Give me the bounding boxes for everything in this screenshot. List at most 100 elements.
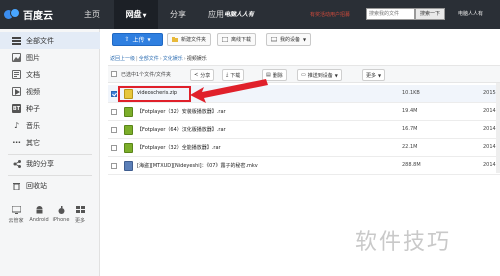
breadcrumb-culture[interactable]: 文化娱乐 xyxy=(163,56,183,62)
sidebar-item-music[interactable]: ♪ 音乐 xyxy=(0,117,100,134)
breadcrumb-all-files[interactable]: 全部文件 xyxy=(139,56,159,62)
sidebar-item-label: 种子 xyxy=(26,104,40,113)
file-row[interactable]: 【Fotplayer（32）安装版播放器】.rar 19.4M 2014 xyxy=(108,103,500,121)
sidebar-item-docs[interactable]: 文档 xyxy=(0,66,100,83)
sidebar-item-label: 全部文件 xyxy=(26,36,54,45)
rar-file-icon xyxy=(124,107,133,117)
file-name[interactable]: 【Fotplayer（64）汉化版播放器】.rar xyxy=(137,126,226,133)
row-checkbox[interactable] xyxy=(111,91,117,97)
search-button[interactable]: 搜索一下 xyxy=(415,8,445,20)
sidebar-item-all-files[interactable]: 全部文件 xyxy=(0,32,100,49)
device-links: 云管家 Android iPhone 更多 xyxy=(0,206,100,236)
new-folder-label: 新建文件夹 xyxy=(181,37,207,43)
file-row[interactable]: 【Fotplayer（64）汉化版播放器】.rar 16.7M 2014 xyxy=(108,121,500,139)
nav-share[interactable]: 分享 xyxy=(162,0,194,29)
device-iphone[interactable]: iPhone xyxy=(52,206,70,223)
action-bar: 已选中1个文件/文件夹 ≺ 分享 ⤓ 下载 ▤ 删除 ▭ 推送到设备 ▼ 更多 ▼ xyxy=(108,65,500,83)
file-size: 19.4M xyxy=(402,108,418,114)
more-dots-icon: ⋯ xyxy=(12,138,21,147)
more-label: 更多 xyxy=(366,72,377,79)
device-label: 云管家 xyxy=(8,218,24,224)
more-button[interactable]: 更多 ▼ xyxy=(362,69,386,81)
chevron-down-icon: ▼ xyxy=(147,37,151,42)
search-box[interactable] xyxy=(366,8,415,20)
device-label: Android xyxy=(29,217,49,223)
user-name[interactable]: 电脑人人有 xyxy=(458,10,483,17)
offline-download-button[interactable]: 离线下载 xyxy=(217,33,257,46)
device-icon: ▭ xyxy=(301,72,306,78)
new-folder-button[interactable]: 新建文件夹 xyxy=(167,33,212,46)
file-date: 2014 xyxy=(483,108,496,114)
breadcrumb-current: 视频娱乐 xyxy=(186,56,207,62)
android-icon xyxy=(36,206,42,214)
sidebar-item-label: 文档 xyxy=(26,70,40,79)
my-devices-button[interactable]: 我的设备 ▼ xyxy=(266,33,312,46)
selection-count: 已选中1个文件/文件夹 xyxy=(121,72,171,78)
promo-text: 电脑人人有 xyxy=(224,11,255,18)
breadcrumb: 返回上一级|全部文件›文化娱乐›视频娱乐 xyxy=(110,55,207,62)
file-size: 16.7M xyxy=(402,126,418,132)
breadcrumb-back[interactable]: 返回上一级 xyxy=(110,56,135,62)
file-list-icon xyxy=(12,36,21,45)
chevron-down-icon: ▼ xyxy=(142,13,147,19)
sidebar-item-recycle-bin[interactable]: 回收站 xyxy=(0,177,100,194)
apple-icon xyxy=(58,206,64,214)
push-label: 推送到设备 xyxy=(307,72,333,79)
push-to-device-button[interactable]: ▭ 推送到设备 ▼ xyxy=(297,69,342,81)
upload-icon: ⇧ xyxy=(124,36,130,43)
sidebar-item-my-share[interactable]: 我的分享 xyxy=(0,155,100,172)
sidebar-item-label: 我的分享 xyxy=(26,159,54,168)
nav-netdisk-label: 网盘 xyxy=(125,10,142,19)
red-arrow-annotation xyxy=(190,79,268,103)
image-icon xyxy=(12,53,21,62)
select-all-checkbox[interactable] xyxy=(111,71,117,77)
sidebar-item-label: 视频 xyxy=(26,87,40,96)
chevron-down-icon: ▼ xyxy=(378,72,382,78)
promo-link[interactable]: 有奖活动用户招募 xyxy=(310,11,350,18)
file-name[interactable]: [海盗][MTXUD][Nideyeshi]：《07》露子的秘密.mkv xyxy=(137,162,258,169)
file-name[interactable]: 【Fotplayer（32）全能播放器】.rar xyxy=(137,144,221,151)
device-pc[interactable]: 云管家 xyxy=(6,206,26,224)
scrollbar[interactable] xyxy=(496,83,500,173)
search-input[interactable] xyxy=(367,9,414,19)
file-date: 2014 xyxy=(483,126,496,132)
row-checkbox[interactable] xyxy=(111,163,117,169)
sidebar-item-label: 回收站 xyxy=(26,181,47,190)
sidebar-item-torrents[interactable]: BT 种子 xyxy=(0,100,100,117)
bt-icon: BT xyxy=(12,104,21,113)
file-name[interactable]: 【Fotplayer（32）安装版播放器】.rar xyxy=(137,108,226,115)
sidebar: 全部文件 图片 文档 视频 BT 种子 ♪ 音乐 ⋯ 其它 我的分享 回收站 云… xyxy=(0,29,100,276)
file-date: 2014 xyxy=(483,162,496,168)
share-icon xyxy=(12,159,21,168)
file-row[interactable]: [海盗][MTXUD][Nideyeshi]：《07》露子的秘密.mkv 288… xyxy=(108,157,500,175)
upload-button[interactable]: ⇧ 上传 ▼ xyxy=(112,33,163,46)
video-icon xyxy=(12,87,21,96)
sidebar-item-other[interactable]: ⋯ 其它 xyxy=(0,134,100,151)
rar-file-icon xyxy=(124,143,133,153)
monitor-icon xyxy=(11,206,21,214)
sidebar-item-images[interactable]: 图片 xyxy=(0,49,100,66)
nav-home[interactable]: 主页 xyxy=(76,0,108,29)
device-more[interactable]: 更多 xyxy=(72,206,88,224)
document-icon xyxy=(12,70,21,79)
sidebar-item-video[interactable]: 视频 xyxy=(0,83,100,100)
sidebar-item-label: 其它 xyxy=(26,138,40,147)
logo[interactable]: 百度云 xyxy=(4,6,53,22)
file-size: 10.1KB xyxy=(402,90,420,96)
device-android[interactable]: Android xyxy=(28,206,50,223)
row-checkbox[interactable] xyxy=(111,127,117,133)
row-checkbox[interactable] xyxy=(111,109,117,115)
device-label: 更多 xyxy=(74,218,85,224)
device-label: iPhone xyxy=(52,217,70,223)
my-devices-label: 我的设备 xyxy=(280,37,301,43)
cloud-icon xyxy=(4,7,20,21)
file-row[interactable]: 【Fotplayer（32）全能播放器】.rar 22.1M 2014 xyxy=(108,139,500,157)
chevron-down-icon: ▼ xyxy=(303,37,307,42)
file-size: 22.1M xyxy=(402,144,418,150)
folder-plus-icon xyxy=(172,37,178,42)
nav-netdisk[interactable]: 网盘▼ xyxy=(114,0,158,29)
breadcrumb-separator: › xyxy=(159,56,162,62)
highlight-box xyxy=(118,86,191,102)
row-checkbox[interactable] xyxy=(111,145,117,151)
file-date: 2014 xyxy=(483,144,496,150)
